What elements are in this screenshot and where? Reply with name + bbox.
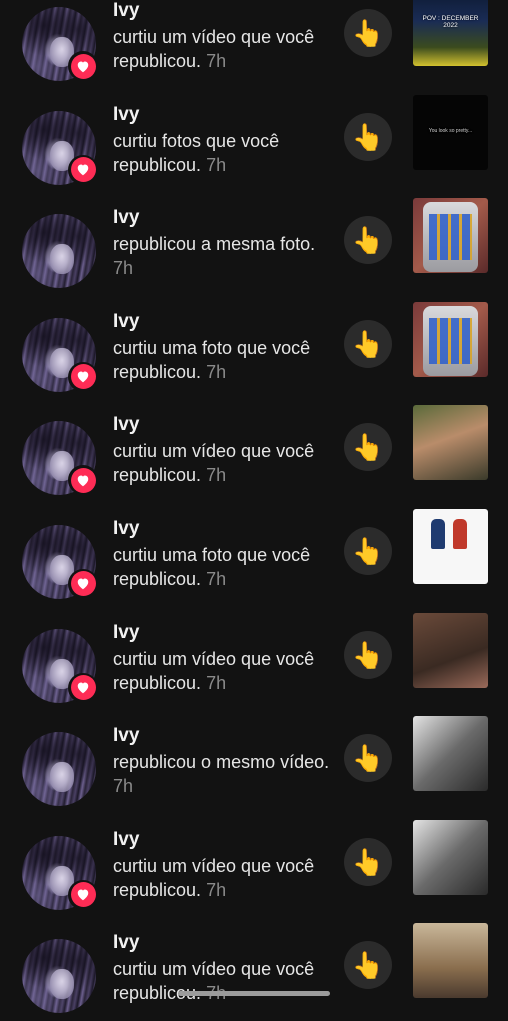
notification-message: curtiu um vídeo que você republicou. 7h (113, 25, 333, 73)
pointing-hand-icon[interactable]: 👆 (344, 941, 392, 990)
message-text: curtiu fotos que você republicou. (113, 130, 280, 175)
notification-message: curtiu uma foto que você republicou. 7h (113, 543, 333, 591)
pointing-hand-icon[interactable]: 👆 (344, 216, 392, 265)
post-thumbnail[interactable] (413, 716, 488, 792)
notification-message: curtiu uma foto que você republicou. 7h (113, 336, 333, 384)
timestamp: 7h (206, 465, 227, 486)
pointing-hand-icon[interactable]: 👆 (344, 837, 392, 886)
notification-text: Ivy curtiu fotos que você republicou. 7h (113, 103, 333, 177)
heart-icon (70, 157, 96, 183)
heart-icon (70, 571, 96, 597)
thumbnail-caption: POV : DECEMBER 2022 (422, 15, 479, 29)
pointing-hand-icon[interactable]: 👆 (344, 734, 392, 783)
post-thumbnail[interactable] (413, 923, 488, 999)
notification-text: Ivy curtiu um vídeo que você republicou. … (113, 0, 333, 73)
heart-icon (70, 882, 96, 908)
like-badge (68, 361, 98, 392)
timestamp: 7h (206, 879, 227, 900)
notification-text: Ivy curtiu um vídeo que você republicou. … (113, 621, 333, 695)
pointing-hand-icon[interactable]: 👆 (344, 9, 392, 57)
timestamp: 7h (206, 51, 227, 71)
notification-message: republicou o mesmo vídeo. 7h (113, 750, 333, 798)
notification-message: curtiu fotos que você republicou. 7h (113, 129, 333, 177)
username[interactable]: Ivy (113, 724, 333, 748)
notification-text: Ivy curtiu um vídeo que você republicou. … (113, 828, 333, 902)
thumbnail-caption: You look so pretty... (428, 127, 473, 134)
notification-message: curtiu um vídeo que você republicou. 7h (113, 957, 333, 1005)
message-text: republicou a mesma foto. (113, 234, 316, 255)
notification-text: Ivy curtiu uma foto que você republicou. … (113, 310, 333, 384)
heart-icon (70, 364, 96, 390)
timestamp: 7h (206, 672, 227, 693)
post-thumbnail[interactable] (413, 301, 488, 377)
like-badge (68, 51, 98, 81)
heart-icon (70, 53, 96, 79)
like-badge (68, 672, 98, 703)
avatar[interactable] (22, 732, 96, 807)
pointing-hand-icon[interactable]: 👆 (344, 319, 392, 368)
like-badge (68, 154, 98, 185)
username[interactable]: Ivy (113, 828, 333, 852)
pointing-hand-icon[interactable]: 👆 (344, 112, 392, 161)
notification-message: republicou a mesma foto. 7h (113, 232, 333, 280)
notification-text: Ivy republicou a mesma foto. 7h (113, 206, 333, 280)
avatar[interactable] (22, 939, 96, 1014)
home-indicator[interactable] (178, 991, 330, 996)
notification-row[interactable]: Ivy republicou a mesma foto. 7h 👆 (0, 192, 508, 296)
heart-icon (70, 675, 96, 701)
notification-row[interactable]: Ivy curtiu um vídeo que você republicou. … (0, 399, 508, 503)
notification-row[interactable]: Ivy curtiu um vídeo que você republicou. … (0, 814, 508, 918)
notification-text: Ivy curtiu um vídeo que você republicou. … (113, 413, 333, 487)
post-thumbnail[interactable] (413, 819, 488, 895)
timestamp: 7h (113, 776, 134, 797)
post-thumbnail[interactable] (413, 508, 488, 584)
like-badge (68, 879, 98, 910)
username[interactable]: Ivy (113, 206, 333, 230)
timestamp: 7h (113, 258, 134, 279)
pointing-hand-icon[interactable]: 👆 (344, 423, 392, 472)
notification-row[interactable]: Ivy curtiu um vídeo que você republicou. … (0, 607, 508, 711)
post-thumbnail[interactable]: POV : DECEMBER 2022 (413, 0, 488, 66)
post-thumbnail[interactable] (413, 198, 488, 274)
notification-feed: Ivy curtiu um vídeo que você republicou. … (0, 0, 508, 1021)
username[interactable]: Ivy (113, 413, 333, 437)
notification-row[interactable]: Ivy curtiu um vídeo que você republicou. … (0, 0, 508, 89)
pointing-hand-icon[interactable]: 👆 (344, 526, 392, 575)
username[interactable]: Ivy (113, 103, 333, 127)
username[interactable]: Ivy (113, 931, 333, 955)
notification-row[interactable]: Ivy republicou o mesmo vídeo. 7h 👆 (0, 710, 508, 814)
notification-row[interactable]: Ivy curtiu fotos que você republicou. 7h 👆… (0, 89, 508, 193)
notification-message: curtiu um vídeo que você republicou. 7h (113, 439, 333, 487)
notification-row[interactable]: Ivy curtiu um vídeo que você republicou. … (0, 917, 508, 1021)
notification-text: Ivy curtiu uma foto que você republicou. … (113, 517, 333, 591)
username[interactable]: Ivy (113, 0, 333, 23)
post-thumbnail[interactable]: You look so pretty... (413, 94, 488, 170)
like-badge (68, 568, 98, 599)
notification-row[interactable]: Ivy curtiu uma foto que você republicou. … (0, 296, 508, 400)
post-thumbnail[interactable] (413, 612, 488, 688)
notification-message: curtiu um vídeo que você republicou. 7h (113, 647, 333, 695)
pointing-hand-icon[interactable]: 👆 (344, 630, 392, 679)
username[interactable]: Ivy (113, 621, 333, 645)
notification-text: Ivy republicou o mesmo vídeo. 7h (113, 724, 333, 798)
avatar[interactable] (22, 214, 96, 289)
notification-message: curtiu um vídeo que você republicou. 7h (113, 854, 333, 902)
notification-row[interactable]: Ivy curtiu uma foto que você republicou. … (0, 503, 508, 607)
post-thumbnail[interactable] (413, 405, 488, 481)
timestamp: 7h (206, 154, 227, 175)
message-text: republicou o mesmo vídeo. (113, 752, 330, 773)
username[interactable]: Ivy (113, 517, 333, 541)
heart-icon (70, 467, 96, 493)
timestamp: 7h (206, 361, 227, 382)
username[interactable]: Ivy (113, 310, 333, 334)
timestamp: 7h (206, 568, 227, 589)
